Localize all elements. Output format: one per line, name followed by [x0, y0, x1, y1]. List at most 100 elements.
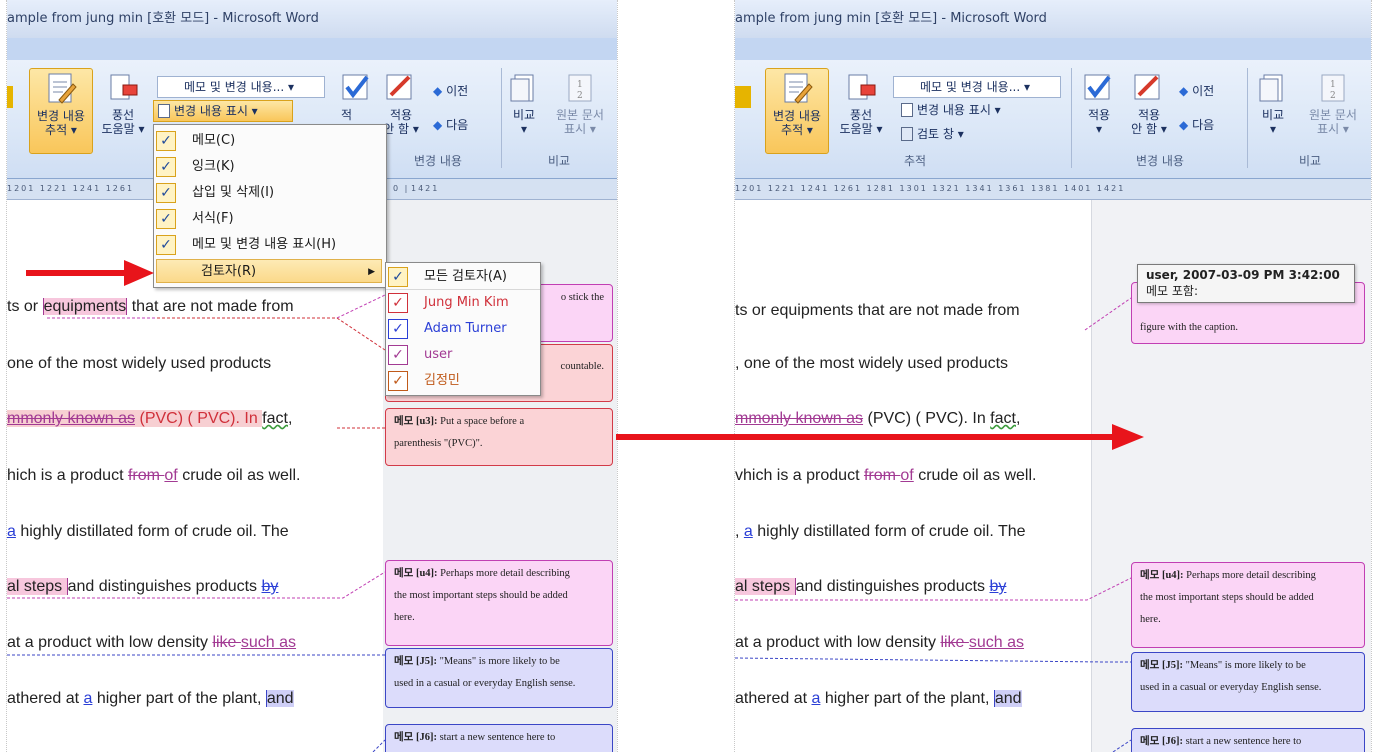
show-source-button[interactable]: 12 원본 문서 표시 ▾: [547, 68, 613, 152]
group-separator: [1071, 68, 1072, 168]
submenu-item-jung-min-kim[interactable]: ✓ Jung Min Kim: [386, 291, 540, 315]
svg-text:1: 1: [1330, 80, 1336, 90]
previous-button[interactable]: ◆ 이전: [1179, 84, 1239, 104]
compare-button[interactable]: 비교 ▾: [507, 68, 541, 152]
text-line-1[interactable]: ts or equipments that are not made from: [735, 302, 1020, 320]
review-ribbon: 변경 내용 추적 ▾ 풍선 도움말 ▾ 메모 및 변경 내용... ▾ 변경 내…: [735, 60, 1371, 179]
next-label: 다음: [446, 118, 469, 132]
text-line-8[interactable]: athered at a higher part of the plant, a…: [735, 690, 1022, 708]
submenu-item-user[interactable]: ✓ user: [386, 343, 540, 367]
track-changes-icon: [784, 73, 813, 104]
changes-group-label: 변경 내용: [1136, 154, 1184, 168]
compare-sub: ▾: [520, 122, 528, 136]
menu-item-reviewers[interactable]: 검토자(R) ▶: [156, 259, 382, 283]
menu-item-insertions-deletions[interactable]: ✓ 삽입 및 삭제(I): [154, 181, 386, 205]
ruler-ticks: 1201 1221 1241 1261 1281 1301 1321 1341 …: [735, 184, 1126, 193]
compare-group-label: 비교: [547, 154, 571, 168]
right-screenshot: ample from jung min [호환 모드] - Microsoft …: [734, 0, 1372, 752]
reject-icon: [1134, 74, 1160, 100]
text-line-1[interactable]: ts or equipments that are not made from: [7, 298, 294, 316]
menu-item-markup-area-highlight[interactable]: ✓ 메모 및 변경 내용 표시(H): [154, 233, 386, 257]
text-line-2[interactable]: , one of the most widely used products: [735, 355, 1008, 373]
compare-button[interactable]: 비교 ▾: [1253, 68, 1293, 152]
balloons-button[interactable]: 풍선 도움말 ▾: [833, 68, 889, 152]
track-changes-button[interactable]: 변경 내용 추적 ▾: [29, 68, 93, 154]
comment-balloon-u4[interactable]: 메모 [u4]: Perhaps more detail describing t…: [1131, 562, 1365, 648]
text-line-5[interactable]: , a highly distillated form of crude oil…: [735, 523, 1026, 541]
left-screenshot: ample from jung min [호환 모드] - Microsoft …: [6, 0, 618, 752]
show-source-label: 원본 문서: [556, 108, 604, 122]
next-button[interactable]: ◆ 다음: [433, 118, 493, 138]
window-title: ample from jung min [호환 모드] - Microsoft …: [735, 0, 1371, 38]
show-source-button[interactable]: 12 원본 문서 표시 ▾: [1299, 68, 1367, 152]
text-line-4[interactable]: hich is a product from of crude oil as w…: [7, 467, 300, 485]
menu-item-formatting[interactable]: ✓ 서식(F): [154, 207, 386, 231]
group-separator: [501, 68, 502, 168]
comment-balloon-j5[interactable]: 메모 [J5]: "Means" is more likely to be use…: [1131, 652, 1365, 712]
spelling-icon[interactable]: [735, 86, 751, 108]
comment-balloon-j6[interactable]: 메모 [J6]: start a new sentence here to: [1131, 728, 1365, 752]
text-line-2[interactable]: one of the most widely used products: [7, 355, 271, 373]
balloons-icon: [848, 74, 876, 100]
track-changes-button[interactable]: 변경 내용 추적 ▾: [765, 68, 829, 154]
show-source-sub: 표시 ▾: [564, 122, 596, 136]
submenu-item-adam-turner[interactable]: ✓ Adam Turner: [386, 317, 540, 341]
check-icon: ✓: [388, 293, 408, 313]
submenu-item-all-reviewers[interactable]: ✓ 모든 검토자(A): [386, 265, 540, 290]
show-markup-button[interactable]: 변경 내용 표시 ▾: [153, 100, 293, 122]
tooltip-body: 메모 포함:: [1146, 284, 1199, 298]
previous-label: 이전: [446, 84, 469, 98]
review-pane-button[interactable]: 검토 창 ▾: [897, 124, 1037, 144]
accept-label: 적: [341, 108, 353, 122]
comment-balloon-j5[interactable]: 메모 [J5]: "Means" is more likely to be use…: [385, 648, 613, 708]
comment-balloon-u4[interactable]: 메모 [u4]: Perhaps more detail describing t…: [385, 560, 613, 646]
menu-item-comments[interactable]: ✓ 메모(C): [154, 129, 386, 153]
show-markup-button[interactable]: 변경 내용 표시 ▾: [897, 100, 1037, 120]
comment-balloon-j6[interactable]: 메모 [J6]: start a new sentence here to: [385, 724, 613, 752]
next-button[interactable]: ◆ 다음: [1179, 118, 1239, 138]
check-icon: ✓: [388, 319, 408, 339]
text-line-6[interactable]: al steps and distinguishes products by: [735, 578, 1006, 596]
balloons-button[interactable]: 풍선 도움말 ▾: [95, 68, 151, 152]
check-icon: ✓: [156, 183, 176, 203]
tracking-group-label: 추적: [903, 154, 927, 168]
text-line-3[interactable]: mmonly known as (PVC) ( PVC). In fact,: [7, 410, 292, 428]
text-line-7[interactable]: at a product with low density like such …: [7, 634, 296, 652]
ruler-ticks-right: 1421: [411, 184, 440, 193]
horizontal-ruler[interactable]: 1201 1221 1241 1261 1281 1301 1321 1341 …: [735, 179, 1371, 200]
document-icon: [901, 103, 913, 117]
balloons-label: 풍선: [111, 108, 135, 122]
markup-dropdown[interactable]: 메모 및 변경 내용... ▾: [893, 76, 1061, 98]
track-changes-sub: 추적 ▾: [781, 123, 813, 137]
previous-button[interactable]: ◆ 이전: [433, 84, 493, 104]
text-line-6[interactable]: al steps and distinguishes products by: [7, 578, 278, 596]
show-source-icon: 12: [1321, 74, 1345, 102]
text-line-7[interactable]: at a product with low density like such …: [735, 634, 1024, 652]
check-icon: ✓: [388, 371, 408, 391]
menu-item-ink[interactable]: ✓ 잉크(K): [154, 155, 386, 179]
compare-sub: ▾: [1269, 122, 1277, 136]
text-line-8[interactable]: athered at a higher part of the plant, a…: [7, 690, 294, 708]
markup-dropdown-label: 메모 및 변경 내용... ▾: [920, 80, 1031, 94]
submenu-item-kim-jung-min[interactable]: ✓ 김정민: [386, 369, 540, 393]
check-icon: ✓: [156, 157, 176, 177]
accept-button[interactable]: 적용 ▾: [1077, 68, 1121, 152]
spelling-icon[interactable]: [7, 86, 13, 108]
reject-button[interactable]: 적용 안 함 ▾: [1125, 68, 1173, 152]
changes-group-label: 변경 내용: [414, 154, 462, 168]
compare-label: 비교: [1261, 108, 1285, 122]
reviewers-submenu: ✓ 모든 검토자(A) ✓ Jung Min Kim ✓ Adam Turner ✓ u…: [385, 262, 541, 396]
text-line-5[interactable]: a highly distillated form of crude oil. …: [7, 523, 289, 541]
group-separator: [1247, 68, 1248, 168]
svg-text:2: 2: [577, 91, 583, 101]
comment-balloon-u3[interactable]: 메모 [u3]: Put a space before a parenthesis…: [385, 408, 613, 466]
next-icon: ◆: [1179, 118, 1189, 132]
markup-dropdown[interactable]: 메모 및 변경 내용... ▾: [157, 76, 325, 98]
show-source-sub: 표시 ▾: [1317, 122, 1349, 136]
compare-label: 비교: [512, 108, 536, 122]
text-line-4[interactable]: vhich is a product from of crude oil as …: [735, 467, 1036, 485]
show-source-icon: 12: [568, 74, 592, 102]
previous-label: 이전: [1192, 84, 1215, 98]
previous-icon: ◆: [1179, 84, 1189, 98]
balloons-sub: 도움말 ▾: [839, 122, 883, 136]
